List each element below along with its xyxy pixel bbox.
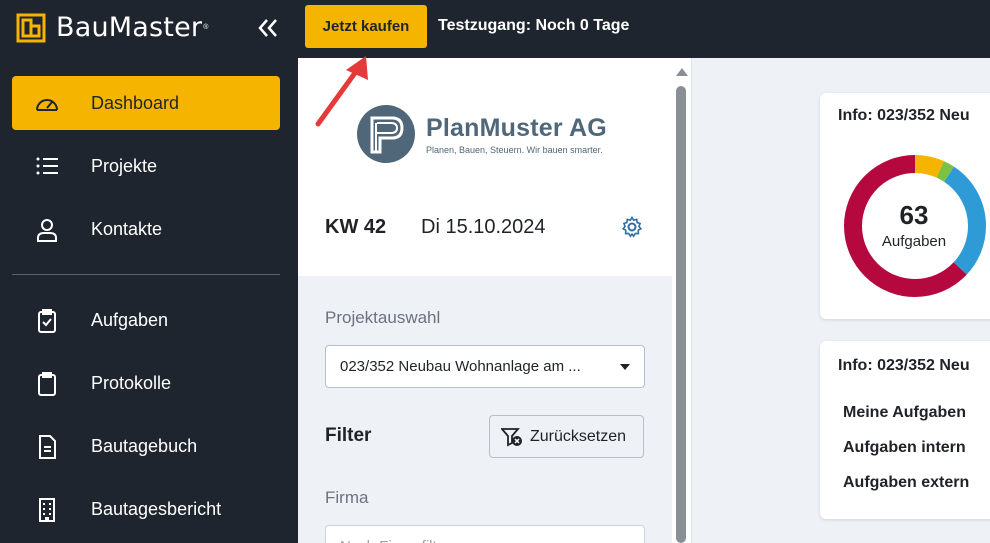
building-icon	[39, 498, 55, 522]
sidebar-item-label: Bautagesbericht	[91, 498, 222, 519]
info-card-task-list: Info: 023/352 Neu Meine Aufgaben Aufgabe…	[820, 341, 990, 519]
sidebar-item-label: Bautagebuch	[91, 435, 198, 456]
sidebar-item-label: Protokolle	[91, 372, 172, 393]
donut-total-value: 63	[899, 200, 929, 230]
filter-heading: Filter	[325, 425, 372, 446]
double-chevron-left-icon	[258, 19, 277, 37]
project-select[interactable]: 023/352 Neubau Wohnanlage am ...	[325, 345, 645, 388]
card-title: Info: 023/352 Neu	[838, 357, 970, 374]
sidebar-item-label: Projekte	[91, 155, 158, 176]
clipboard-check-icon	[38, 309, 56, 333]
calendar-week: KW 42	[325, 216, 387, 238]
project-select-value: 023/352 Neubau Wohnanlage am ...	[340, 358, 581, 375]
clipboard-icon	[38, 372, 56, 396]
sidebar-item-dashboard[interactable]: Dashboard	[12, 76, 280, 130]
caret-down-icon	[620, 364, 630, 370]
task-row-meine[interactable]: Meine Aufgaben	[843, 404, 966, 422]
sidebar-item-protokolle[interactable]: Protokolle	[12, 356, 280, 410]
firma-filter-input[interactable]	[325, 525, 645, 543]
project-select-label: Projektauswahl	[325, 308, 441, 327]
app-name: BauMaster	[56, 12, 203, 43]
scroll-up-arrow-icon[interactable]	[676, 68, 688, 76]
firma-filter-label: Firma	[325, 488, 369, 507]
card-title: Info: 023/352 Neu	[838, 107, 970, 124]
company-logo: PlanMuster AG Planen, Bauen, Steuern. Wi…	[356, 104, 607, 164]
info-card-tasks-chart: Info: 023/352 Neu 63 Aufgaben	[820, 93, 990, 319]
annotation-arrow-icon	[315, 56, 368, 127]
sidebar-item-kontakte[interactable]: Kontakte	[12, 202, 280, 256]
gear-icon[interactable]	[621, 216, 643, 238]
company-name: PlanMuster AG	[426, 113, 607, 142]
trial-status: Testzugang: Noch 0 Tage	[438, 17, 630, 34]
speedometer-icon	[36, 99, 58, 111]
current-date: Di 15.10.2024	[421, 216, 546, 238]
person-icon	[37, 219, 57, 242]
list-icon	[36, 157, 58, 175]
task-row-extern[interactable]: Aufgaben extern	[843, 474, 969, 492]
sidebar-item-projekte[interactable]: Projekte	[12, 139, 280, 193]
reset-filter-label: Zurücksetzen	[530, 427, 627, 445]
panel-scrollbar[interactable]	[672, 58, 691, 543]
task-row-intern[interactable]: Aufgaben intern	[843, 439, 966, 457]
buy-now-button[interactable]: Jetzt kaufen	[305, 5, 427, 48]
document-icon	[39, 435, 56, 459]
sidebar-item-label: Dashboard	[91, 92, 180, 113]
dashboard-content: Info: 023/352 Neu 63 Aufgaben Info: 023/…	[691, 58, 990, 543]
donut-total-label: Aufgaben	[881, 233, 947, 250]
collapse-sidebar-button[interactable]	[254, 14, 282, 42]
baumaster-logo-icon	[16, 13, 46, 42]
app-logo[interactable]: BauMaster ®	[16, 12, 208, 43]
scrollbar-thumb[interactable]	[676, 86, 686, 543]
trademark-sign: ®	[203, 24, 209, 31]
sidebar-item-bautagesbericht[interactable]: Bautagesbericht	[12, 482, 280, 536]
sidebar-item-label: Kontakte	[91, 218, 163, 239]
sidebar-item-bautagebuch[interactable]: Bautagebuch	[12, 419, 280, 473]
reset-filter-button[interactable]: Zurücksetzen	[489, 415, 644, 458]
sidebar-item-label: Aufgaben	[91, 309, 169, 330]
top-bar: BauMaster ® Jetzt kaufen Testzugang: Noc…	[0, 0, 990, 58]
sidebar-item-aufgaben[interactable]: Aufgaben	[12, 293, 280, 347]
sidebar-divider	[12, 274, 280, 275]
sidebar: Dashboard Projekte Kontakte Aufgaben Pro…	[0, 58, 298, 543]
company-slogan: Planen, Bauen, Steuern. Wir bauen smarte…	[426, 144, 603, 155]
filter-reset-icon	[501, 427, 522, 446]
